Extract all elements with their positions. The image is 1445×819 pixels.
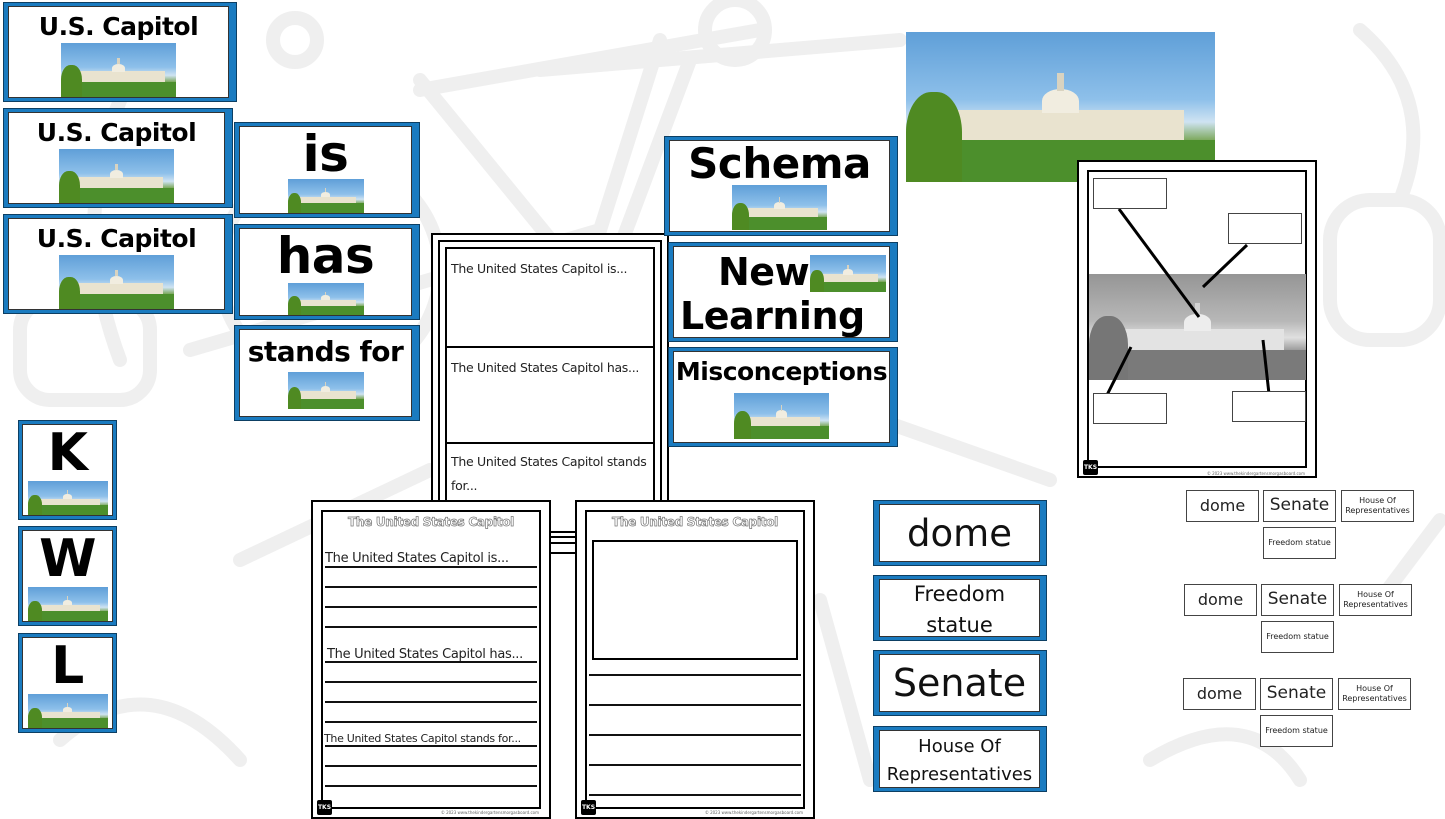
capitol-photo — [27, 481, 108, 515]
label-pointer-lines — [1105, 208, 1271, 396]
capitol-photo — [732, 185, 827, 230]
label-word-house-line1: House Of — [1356, 684, 1393, 693]
flip-prompt-stands-for-line1: The United States Capitol stands — [451, 454, 647, 469]
header-card-label: Schema — [688, 140, 871, 188]
capitol-photo — [287, 283, 364, 315]
sheet-title: The United States Capitol — [348, 515, 515, 530]
header-card-new-learning: New Learning — [668, 242, 898, 342]
kwl-card-letter: L — [51, 637, 84, 696]
label-word-house-line2: Representatives — [1345, 506, 1410, 515]
sheet-prompt-is: The United States Capitol is... — [325, 551, 509, 566]
vocab-card-senate: Senate — [873, 650, 1047, 716]
kwl-card-letter: W — [39, 530, 96, 589]
vocab-card-house-of-representatives: House Of Representatives — [873, 726, 1047, 792]
vocab-card-freedom-statue: Freedom statue — [873, 575, 1047, 641]
header-card-label-line1: New — [718, 250, 810, 294]
label-word-senate[interactable]: Senate — [1260, 678, 1333, 710]
copyright-text: © 2023 www.thekindergartensmorgasboard.c… — [440, 810, 539, 815]
sheet-prompt-stands-for: The United States Capitol stands for... — [324, 732, 521, 745]
label-box[interactable] — [1228, 213, 1302, 244]
vocab-card-label: dome — [907, 511, 1012, 555]
labeling-sheet: TKS © 2023 www.thekindergartensmorgasboa… — [1077, 160, 1317, 478]
kwl-card-l: L — [18, 633, 117, 733]
label-word-house-line1: House Of — [1359, 496, 1396, 505]
stem-card-has: has — [234, 224, 420, 320]
capitol-photo — [287, 372, 364, 409]
vocab-card-label: Senate — [892, 661, 1027, 705]
flip-prompt-stands-for-line2: for... — [451, 478, 478, 493]
title-card-label: U.S. Capitol — [36, 118, 197, 147]
label-word-freedom-statue[interactable]: Freedom statue — [1263, 527, 1336, 559]
flip-book: The United States Capitol is... The Unit… — [431, 233, 669, 533]
label-word-house-line1: House Of — [1357, 590, 1394, 599]
title-card: U.S. Capitol — [3, 108, 233, 208]
stem-card-label: stands for — [247, 335, 404, 368]
capitol-photo — [734, 393, 829, 439]
kwl-card-letter: K — [47, 424, 88, 483]
tks-logo: TKS — [317, 800, 332, 815]
writing-sheet-drawing: The United States Capitol TKS © 2023 www… — [575, 500, 815, 819]
copyright-text: © 2023 www.thekindergartensmorgasboard.c… — [704, 810, 803, 815]
capitol-photo — [59, 149, 174, 203]
sheet-connector — [548, 536, 578, 554]
capitol-photo — [61, 43, 176, 97]
label-word-senate[interactable]: Senate — [1263, 490, 1336, 522]
label-word-house-line2: Representatives — [1343, 600, 1408, 609]
flip-prompt-is: The United States Capitol is... — [451, 261, 628, 276]
sheet-prompt-has: The United States Capitol has... — [327, 647, 523, 662]
label-word-dome[interactable]: dome — [1186, 490, 1259, 522]
header-card-misconceptions: Misconceptions — [668, 347, 898, 447]
capitol-photo — [27, 587, 108, 621]
capitol-photo — [59, 255, 174, 309]
label-word-set: dome Senate House Of Representatives Fre… — [1183, 678, 1413, 748]
label-word-house[interactable]: House Of Representatives — [1338, 678, 1411, 710]
header-card-schema: Schema — [664, 136, 898, 236]
label-word-freedom-statue[interactable]: Freedom statue — [1260, 715, 1333, 747]
label-word-set: dome Senate House Of Representatives Fre… — [1186, 490, 1416, 560]
title-card: U.S. Capitol — [3, 214, 233, 314]
drawing-box[interactable] — [592, 540, 798, 660]
stem-card-label: has — [276, 228, 375, 285]
title-card-label: U.S. Capitol — [36, 224, 197, 253]
tks-logo: TKS — [581, 800, 596, 815]
label-word-house[interactable]: House Of Representatives — [1339, 584, 1412, 616]
title-card-label: U.S. Capitol — [38, 12, 199, 41]
label-word-senate[interactable]: Senate — [1261, 584, 1334, 616]
header-card-label-line2: Learning — [680, 294, 865, 338]
vocab-card-label-line2: statue — [926, 613, 993, 637]
stem-card-label: is — [302, 126, 349, 183]
label-word-house-line2: Representatives — [1342, 694, 1407, 703]
label-word-set: dome Senate House Of Representatives Fre… — [1184, 584, 1414, 654]
copyright-text: © 2023 www.thekindergartensmorgasboard.c… — [1206, 471, 1305, 476]
header-card-label: Misconceptions — [675, 357, 888, 386]
vocab-card-dome: dome — [873, 500, 1047, 566]
label-word-dome[interactable]: dome — [1184, 584, 1257, 616]
kwl-card-w: W — [18, 526, 117, 626]
stem-card-stands-for: stands for — [234, 325, 420, 421]
label-word-house[interactable]: House Of Representatives — [1341, 490, 1414, 522]
kwl-card-k: K — [18, 420, 117, 520]
flip-prompt-has: The United States Capitol has... — [451, 360, 640, 375]
capitol-photo — [27, 694, 108, 728]
label-box[interactable] — [1093, 393, 1167, 424]
title-card: U.S. Capitol — [3, 2, 237, 102]
label-word-freedom-statue[interactable]: Freedom statue — [1261, 621, 1334, 653]
vocab-card-label-line1: House Of — [918, 736, 1001, 757]
vocab-card-label-line1: Freedom — [913, 581, 1006, 606]
capitol-photo — [810, 255, 886, 292]
label-box[interactable] — [1232, 391, 1306, 422]
stem-card-is: is — [234, 122, 420, 218]
label-word-dome[interactable]: dome — [1183, 678, 1256, 710]
label-box[interactable] — [1093, 178, 1167, 209]
tks-logo: TKS — [1083, 460, 1098, 475]
capitol-photo — [287, 179, 364, 213]
sheet-title: The United States Capitol — [612, 515, 779, 530]
vocab-card-label-line2: Representatives — [886, 763, 1033, 785]
writing-sheet-lined: The United States Capitol The United Sta… — [311, 500, 551, 819]
